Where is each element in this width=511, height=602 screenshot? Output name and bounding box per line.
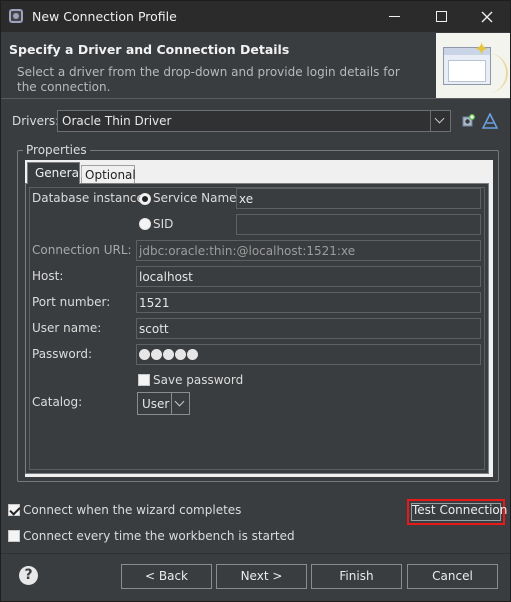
- back-button[interactable]: < Back: [121, 564, 212, 589]
- minimize-icon: [389, 16, 400, 17]
- connection-url-field: jdbc:oracle:thin:@localhost:1521:xe: [136, 240, 481, 261]
- footer-divider: [1, 553, 510, 554]
- drivers-selected-value: Oracle Thin Driver: [62, 114, 172, 128]
- sid-radio[interactable]: [139, 218, 151, 230]
- test-connection-label: Test Connection: [412, 503, 508, 517]
- user-name-value: scott: [139, 322, 169, 336]
- password-field[interactable]: [136, 344, 481, 365]
- connection-url-value: jdbc:oracle:thin:@localhost:1521:xe: [139, 244, 356, 258]
- cancel-button[interactable]: Cancel: [407, 564, 498, 589]
- minimize-button[interactable]: [371, 1, 417, 32]
- user-name-field[interactable]: scott: [136, 318, 481, 339]
- app-icon: [9, 9, 23, 23]
- service-name-field[interactable]: xe: [236, 188, 481, 209]
- window-title: New Connection Profile: [32, 9, 177, 24]
- host-label: Host:: [32, 269, 64, 283]
- port-number-field[interactable]: 1521: [136, 292, 481, 313]
- wizard-banner-image: ✦: [436, 33, 510, 98]
- connect-on-startup-label[interactable]: Connect every time the workbench is star…: [23, 529, 295, 543]
- close-icon: [481, 11, 493, 23]
- header-divider: [1, 98, 510, 99]
- finish-button[interactable]: Finish: [311, 564, 402, 589]
- tab-general-label: General: [35, 166, 83, 180]
- connection-url-label: Connection URL:: [32, 243, 132, 257]
- password-dot: [151, 349, 162, 360]
- new-driver-icon[interactable]: [460, 113, 476, 129]
- tab-optional[interactable]: Optional: [81, 165, 136, 184]
- service-name-radio[interactable]: [139, 193, 151, 205]
- chevron-down-icon: [171, 393, 189, 414]
- password-dot: [163, 349, 174, 360]
- next-button[interactable]: Next >: [216, 564, 307, 589]
- maximize-icon: [436, 11, 447, 22]
- chevron-down-icon: [430, 111, 450, 131]
- maximize-button[interactable]: [418, 1, 464, 32]
- properties-legend: Properties: [23, 143, 90, 157]
- password-dot: [175, 349, 186, 360]
- connect-on-startup-checkbox[interactable]: [8, 530, 20, 542]
- database-instance-label: Database instance:: [32, 191, 148, 205]
- drivers-dropdown[interactable]: Oracle Thin Driver: [57, 110, 451, 132]
- test-connection-button[interactable]: Test Connection: [407, 499, 508, 525]
- save-password-label[interactable]: Save password: [153, 373, 243, 387]
- close-button[interactable]: [464, 1, 510, 32]
- password-mask: [139, 349, 198, 360]
- catalog-label: Catalog:: [32, 395, 83, 409]
- title-bar: New Connection Profile: [1, 1, 510, 32]
- catalog-selected-value: User: [142, 397, 170, 411]
- password-dot: [187, 349, 198, 360]
- host-value: localhost: [139, 270, 193, 284]
- port-number-label: Port number:: [32, 295, 111, 309]
- wizard-page-description: Select a driver from the drop-down and p…: [17, 65, 400, 94]
- user-name-label: User name:: [32, 321, 102, 335]
- service-name-value: xe: [239, 192, 254, 206]
- save-password-checkbox[interactable]: [138, 374, 150, 386]
- connect-on-finish-label[interactable]: Connect when the wizard completes: [23, 503, 241, 517]
- catalog-dropdown[interactable]: User: [137, 392, 190, 415]
- connect-on-finish-checkbox[interactable]: [8, 504, 20, 516]
- password-label: Password:: [32, 347, 93, 361]
- sid-label: SID: [153, 217, 174, 231]
- new-connection-profile-dialog: New Connection Profile Specify a Driver …: [0, 0, 511, 602]
- host-field[interactable]: localhost: [136, 266, 481, 287]
- tab-general[interactable]: General: [27, 162, 83, 184]
- wizard-header: Specify a Driver and Connection Details …: [1, 32, 510, 98]
- sid-field[interactable]: [236, 214, 481, 235]
- service-name-label: Service Name: [153, 191, 237, 205]
- wizard-page-title: Specify a Driver and Connection Details: [9, 42, 290, 57]
- edit-driver-icon[interactable]: [482, 113, 498, 129]
- help-icon[interactable]: ?: [19, 566, 38, 585]
- tab-optional-label: Optional: [85, 168, 136, 182]
- password-dot: [139, 349, 150, 360]
- drivers-label: Drivers:: [12, 114, 60, 128]
- port-number-value: 1521: [139, 296, 170, 310]
